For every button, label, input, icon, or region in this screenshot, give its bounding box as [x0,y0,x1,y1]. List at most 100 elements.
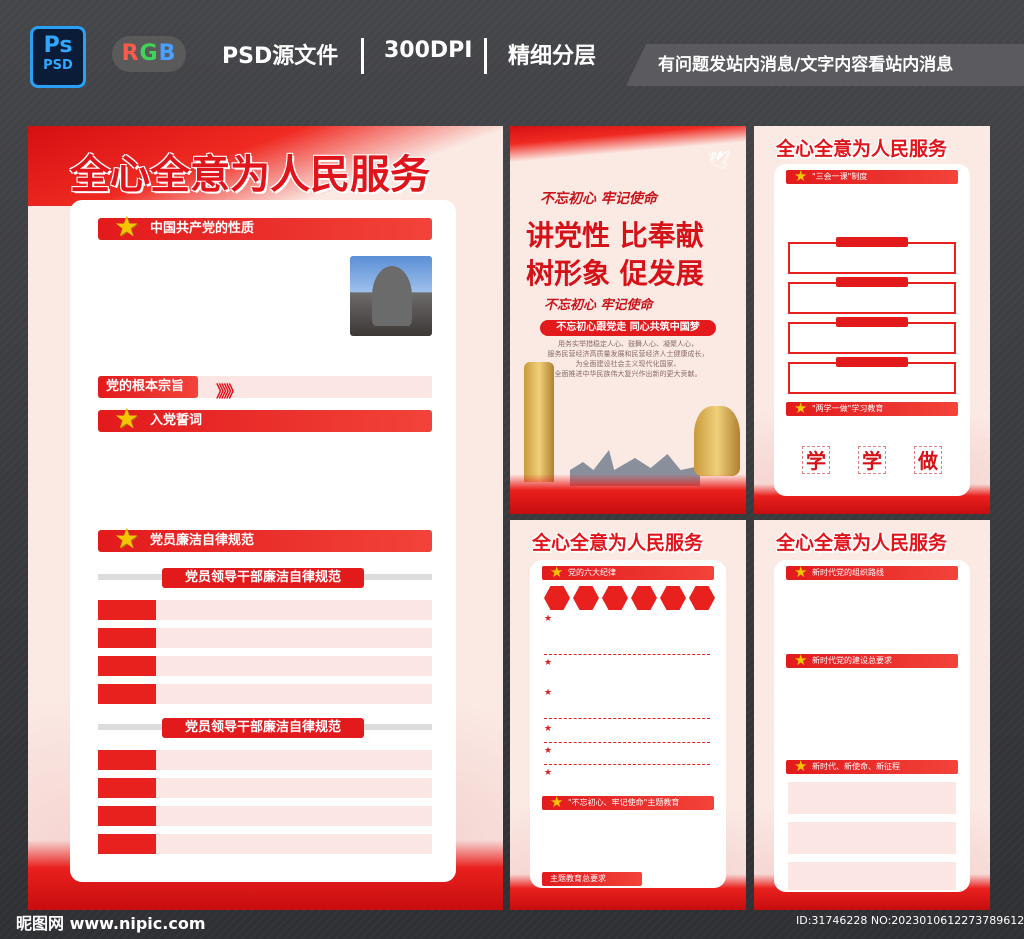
content-card: 党的六大纪律 ★ ★ ★ ★ ★ ★ ★ "不忘初心、牢记使命"主题教育 ★ [530,560,726,888]
rightbottom-panel: 全心全意为人民服务 新时代党的组织路线 ★ 新时代党的建设总要求 ★ 新时代、新… [754,520,990,910]
star-icon: ★ [794,167,808,185]
lion-shape [372,266,412,326]
bullet-star-icon: ★ [544,746,553,756]
psd-source-label: PSD源文件 [222,44,339,69]
box-tab [836,277,908,287]
dotted-divider [544,742,710,743]
poster-slogan-mid: 不忘初心 牢记使命 [544,298,653,313]
list-row-marker [98,806,156,826]
section-header-org-line: 新时代党的组织路线 [786,566,958,580]
section-header-nature: 中国共产党的性质 [98,218,432,240]
hexagon-icon [602,586,628,610]
star-icon: ★ [114,210,140,243]
calligraphy-study: 学 [802,446,830,474]
list-row-marker [98,628,156,648]
panel-title: 全心全意为人民服务 [532,532,704,554]
chevron-icon: 》》》 [216,382,242,401]
box-tab [836,237,908,247]
star-icon: ★ [794,399,808,417]
bullet-star-icon: ★ [544,614,553,624]
photoshop-icon: Ps PSD [30,26,86,88]
star-icon: ★ [794,651,808,669]
star-icon: ★ [794,757,808,775]
star-icon: ★ [114,522,140,555]
section-header-purpose: 党的根本宗旨 [98,376,198,398]
hexagon-icon [631,586,657,610]
box-tab [836,357,908,367]
midbottom-panel: 全心全意为人民服务 党的六大纪律 ★ ★ ★ ★ ★ ★ ★ "不忘初心、牢记使… [510,520,746,910]
hexagon-icon [573,586,599,610]
poster-headline-2: 树形象 促发展 [526,257,704,290]
list-row-marker [98,778,156,798]
footer-label: 主题教育总要求 [542,872,642,886]
topright-panel: 全心全意为人民服务 "三会一课"制度 ★ "两学一做"学习教育 ★ 学 学 做 [754,126,990,514]
content-card: 新时代党的组织路线 ★ 新时代党的建设总要求 ★ 新时代、新使命、新征程 ★ [774,560,970,892]
subtitle-integrity-2: 党员领导干部廉洁自律规范 [162,718,364,738]
dotted-divider [544,764,710,765]
calligraphy-do: 做 [914,446,942,474]
content-block [788,862,956,890]
poster-para-2: 服务民营经济高质量发展和民营经济人士健康成长， [547,350,709,358]
calligraphy-study: 学 [858,446,886,474]
main-board-panel: 全心全意为人民服务 中国共产党的性质 ★ 党的根本宗旨 》》》 入党誓词 ★ 党… [28,126,503,910]
bullet-star-icon: ★ [544,658,553,668]
poster-panel: 🕊 不忘初心 牢记使命 讲党性 比奉献 树形象 促发展 不忘初心 牢记使命 不忘… [510,126,746,514]
poster-headline-1: 讲党性 比奉献 [526,219,704,252]
dove-icon: 🕊 [708,150,731,171]
layer-label: 精细分层 [508,44,597,69]
section-header-integrity: 党员廉洁自律规范 [98,530,432,552]
notice-banner: 有问题发站内消息/文字内容看站内消息 [626,44,1024,86]
section-header-theme-education: "不忘初心、牢记使命"主题教育 [542,796,714,810]
bullet-star-icon: ★ [544,768,553,778]
red-ribbon-bottom [510,474,746,514]
content-block [788,782,956,814]
dotted-divider [544,718,710,719]
top-info-bar: Ps PSD RGB PSD源文件 300DPI 精细分层 有问题发站内消息/文… [0,0,1024,112]
poster-slogan-top: 不忘初心 牢记使命 [540,191,657,207]
divider [361,38,364,74]
panel-title: 全心全意为人民服务 [776,532,948,554]
bullet-star-icon: ★ [544,724,553,734]
psd-logo-text: PSD [43,58,73,73]
list-row-marker [98,600,156,620]
star-icon: ★ [794,563,808,581]
content-card: 中国共产党的性质 ★ 党的根本宗旨 》》》 入党誓词 ★ 党员廉洁自律规范 ★ … [70,200,456,882]
rgb-g: G [139,41,159,66]
poster-para-1: 用务实举措稳定人心、鼓舞人心、凝聚人心， [558,340,698,348]
golden-lion [694,406,740,476]
bullet-star-icon: ★ [544,688,553,698]
content-card: "三会一课"制度 ★ "两学一做"学习教育 ★ 学 学 做 [774,164,970,496]
poster-pill: 不忘初心跟党走 同心共筑中国梦 [540,320,716,336]
stone-lion-photo [350,256,432,336]
divider [484,38,487,74]
hexagon-icon [689,586,715,610]
panel-title: 全心全意为人民服务 [776,138,948,160]
rgb-b: B [158,41,177,66]
list-row-marker [98,834,156,854]
box-tab [836,317,908,327]
list-row-marker [98,750,156,770]
section-header-two-studies: "两学一做"学习教育 [786,402,958,416]
section-header-six-disciplines: 党的六大纪律 [542,566,714,580]
content-block [788,822,956,854]
hexagon-icon [544,586,570,610]
dpi-label: 300DPI [384,38,473,63]
star-icon: ★ [550,793,564,811]
board-title: 全心全意为人民服务 [70,152,430,198]
huabiao-pillar [524,362,554,482]
section-header-three-meetings: "三会一课"制度 [786,170,958,184]
star-icon: ★ [114,402,140,435]
watermark-id: ID:31746228 NO:20230106122737896127 [796,914,1024,927]
subtitle-integrity-1: 党员领导干部廉洁自律规范 [162,568,364,588]
watermark-site: 昵图网 www.nipic.com [16,914,206,933]
list-row-marker [98,656,156,676]
star-icon: ★ [550,563,564,581]
ps-logo-text: Ps [43,33,73,58]
section-header-new-era: 新时代、新使命、新征程 [786,760,958,774]
rgb-badge: RGB [112,36,186,72]
list-row-marker [98,684,156,704]
hexagon-icon [660,586,686,610]
section-header-construction: 新时代党的建设总要求 [786,654,958,668]
rgb-r: R [121,41,140,66]
section-header-oath: 入党誓词 [98,410,432,432]
